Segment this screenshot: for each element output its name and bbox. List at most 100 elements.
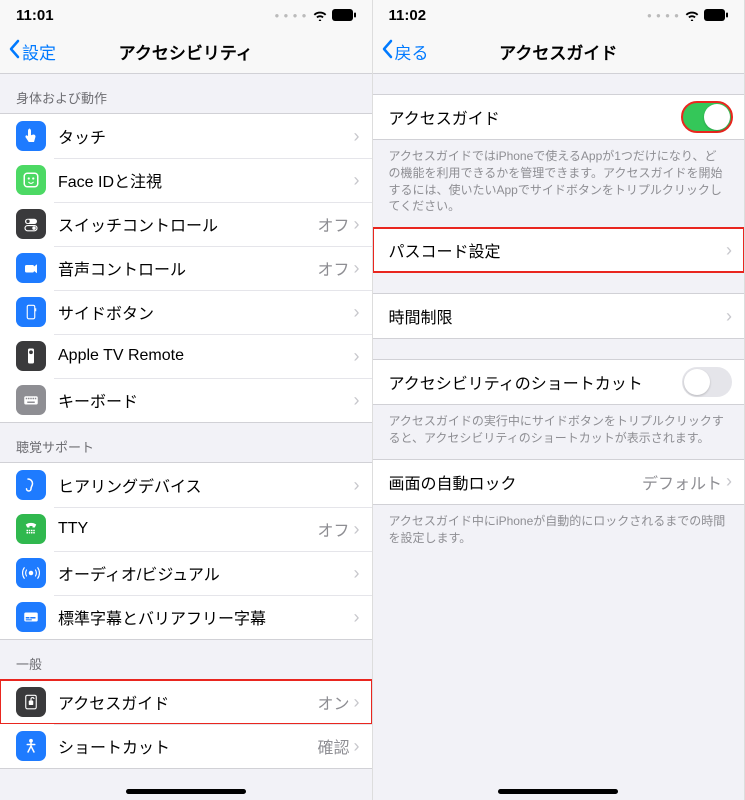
wifi-icon xyxy=(312,9,328,21)
passcode-label: パスコード設定 xyxy=(389,238,727,262)
home-indicator[interactable] xyxy=(126,789,246,794)
row-icon xyxy=(16,514,46,544)
back-label: 戻る xyxy=(395,39,429,64)
section-header-general: 一般 xyxy=(0,640,372,679)
status-bar: 11:02 ● ● ● ● xyxy=(373,0,745,30)
settings-row[interactable]: スイッチコントロールオフ› xyxy=(0,202,372,246)
guided-access-screen: 11:02 ● ● ● ● 戻る アクセスガイド アクセスガイド xyxy=(373,0,745,800)
row-value: オフ xyxy=(317,256,349,280)
chevron-left-icon xyxy=(381,39,393,64)
settings-row[interactable]: キーボード› xyxy=(0,378,372,422)
settings-row[interactable]: タッチ› xyxy=(0,114,372,158)
row-label: スイッチコントロール xyxy=(58,212,317,236)
accessibility-screen: 11:01 ● ● ● ● 設定 アクセシビリティ 身体および動作 タッチ›Fa… xyxy=(0,0,373,800)
row-label: オーディオ/ビジュアル xyxy=(58,561,354,585)
row-label: 標準字幕とバリアフリー字幕 xyxy=(58,605,354,629)
chevron-right-icon: › xyxy=(354,390,360,411)
toggle-footer: アクセスガイドではiPhoneで使えるAppが1つだけになり、どの機能を利用でき… xyxy=(373,140,745,227)
back-button[interactable]: 戻る xyxy=(381,39,429,64)
autolock-label: 画面の自動ロック xyxy=(389,470,642,494)
settings-row[interactable]: サイドボタン› xyxy=(0,290,372,334)
row-label: キーボード xyxy=(58,388,354,412)
content-scroll[interactable]: アクセスガイド アクセスガイドではiPhoneで使えるAppが1つだけになり、ど… xyxy=(373,74,745,800)
status-icons: ● ● ● ● xyxy=(647,9,728,21)
chevron-right-icon: › xyxy=(726,471,732,492)
chevron-right-icon: › xyxy=(354,258,360,279)
auto-lock-row[interactable]: 画面の自動ロック デフォルト › xyxy=(373,460,745,504)
row-icon xyxy=(16,687,46,717)
row-label: Apple TV Remote xyxy=(58,347,354,365)
row-value: 確認 xyxy=(317,734,349,758)
guided-access-toggle[interactable] xyxy=(682,102,732,132)
status-time: 11:01 xyxy=(16,7,54,24)
row-value: オフ xyxy=(317,517,349,541)
page-title: アクセスガイド xyxy=(499,39,617,64)
chevron-right-icon: › xyxy=(354,475,360,496)
row-icon xyxy=(16,121,46,151)
status-icons: ● ● ● ● xyxy=(275,9,356,21)
chevron-right-icon: › xyxy=(354,302,360,323)
content-scroll[interactable]: 身体および動作 タッチ›Face IDと注視›スイッチコントロールオフ›音声コン… xyxy=(0,74,372,800)
home-indicator[interactable] xyxy=(498,789,618,794)
settings-row[interactable]: ショートカット確認› xyxy=(0,724,372,768)
row-icon xyxy=(16,470,46,500)
back-label: 設定 xyxy=(22,39,56,64)
settings-row[interactable]: ヒアリングデバイス› xyxy=(0,463,372,507)
toggle-label: アクセスガイド xyxy=(389,105,683,129)
shortcut-label: アクセシビリティのショートカット xyxy=(389,370,683,394)
row-icon xyxy=(16,253,46,283)
guided-access-toggle-row[interactable]: アクセスガイド xyxy=(373,95,745,139)
settings-row[interactable]: TTYオフ› xyxy=(0,507,372,551)
row-label: タッチ xyxy=(58,124,354,148)
row-label: ヒアリングデバイス xyxy=(58,473,354,497)
chevron-right-icon: › xyxy=(354,607,360,628)
row-icon xyxy=(16,602,46,632)
row-value: オン xyxy=(317,690,349,714)
row-icon xyxy=(16,209,46,239)
nav-bar: 設定 アクセシビリティ xyxy=(0,30,372,74)
settings-row[interactable]: Face IDと注視› xyxy=(0,158,372,202)
row-value: オフ xyxy=(317,212,349,236)
row-icon xyxy=(16,558,46,588)
row-icon xyxy=(16,165,46,195)
chevron-left-icon xyxy=(8,39,20,64)
battery-icon xyxy=(332,9,356,21)
chevron-right-icon: › xyxy=(354,736,360,757)
nav-bar: 戻る アクセスガイド xyxy=(373,30,745,74)
chevron-right-icon: › xyxy=(354,692,360,713)
status-bar: 11:01 ● ● ● ● xyxy=(0,0,372,30)
row-icon xyxy=(16,297,46,327)
row-icon xyxy=(16,385,46,415)
settings-row[interactable]: 標準字幕とバリアフリー字幕› xyxy=(0,595,372,639)
accessibility-shortcut-row[interactable]: アクセシビリティのショートカット xyxy=(373,360,745,404)
row-label: ショートカット xyxy=(58,734,317,758)
row-label: サイドボタン xyxy=(58,300,354,324)
row-icon xyxy=(16,731,46,761)
row-label: Face IDと注視 xyxy=(58,168,354,192)
section-header-physical: 身体および動作 xyxy=(0,74,372,113)
settings-row[interactable]: Apple TV Remote› xyxy=(0,334,372,378)
settings-row[interactable]: アクセスガイドオン› xyxy=(0,680,372,724)
shortcut-footer: アクセスガイドの実行中にサイドボタンをトリプルクリックすると、アクセシビリティの… xyxy=(373,405,745,459)
autolock-value: デフォルト xyxy=(642,470,722,494)
chevron-right-icon: › xyxy=(726,306,732,327)
time-limit-row[interactable]: 時間制限 › xyxy=(373,294,745,338)
time-limit-label: 時間制限 xyxy=(389,304,727,328)
chevron-right-icon: › xyxy=(354,519,360,540)
back-button[interactable]: 設定 xyxy=(8,39,56,64)
page-title: アクセシビリティ xyxy=(119,39,253,64)
accessibility-shortcut-toggle[interactable] xyxy=(682,367,732,397)
row-label: TTY xyxy=(58,520,317,538)
wifi-icon xyxy=(684,9,700,21)
chevron-right-icon: › xyxy=(354,346,360,367)
row-label: 音声コントロール xyxy=(58,256,317,280)
passcode-settings-row[interactable]: パスコード設定 › xyxy=(373,228,745,272)
chevron-right-icon: › xyxy=(354,170,360,191)
section-header-hearing: 聴覚サポート xyxy=(0,423,372,462)
chevron-right-icon: › xyxy=(354,563,360,584)
settings-row[interactable]: 音声コントロールオフ› xyxy=(0,246,372,290)
chevron-right-icon: › xyxy=(354,214,360,235)
settings-row[interactable]: オーディオ/ビジュアル› xyxy=(0,551,372,595)
autolock-footer: アクセスガイド中にiPhoneが自動的にロックされるまでの時間を設定します。 xyxy=(373,505,745,559)
status-time: 11:02 xyxy=(389,7,427,24)
